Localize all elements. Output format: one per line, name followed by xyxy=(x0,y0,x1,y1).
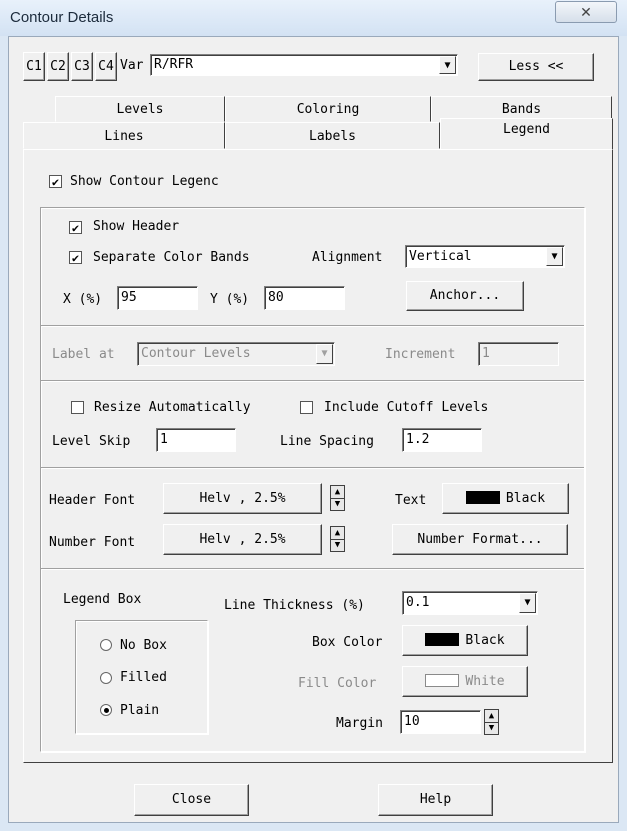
tab-legend[interactable]: Legend xyxy=(440,118,613,150)
separate-color-bands-label: Separate Color Bands xyxy=(93,250,250,265)
window-title: Contour Details xyxy=(10,9,114,26)
number-font-button[interactable]: Helv , 2.5% xyxy=(163,524,322,555)
separate-color-bands-checkbox[interactable]: ✔ xyxy=(69,251,82,264)
tab-coloring[interactable]: Coloring xyxy=(225,96,431,122)
check-icon: ✔ xyxy=(71,221,80,235)
window-close-button[interactable]: ✕ xyxy=(555,1,617,23)
legend-box-label: Legend Box xyxy=(63,592,142,607)
alignment-value: Vertical xyxy=(409,249,472,264)
show-contour-legend-label: Show Contour Legenc xyxy=(70,174,219,189)
plain-label: Plain xyxy=(120,703,160,718)
label-at-label: Label at xyxy=(52,347,115,362)
divider xyxy=(41,568,584,570)
divider xyxy=(41,380,584,382)
close-icon: ✕ xyxy=(580,4,592,20)
show-contour-legend-checkbox[interactable]: ✔ xyxy=(49,175,62,188)
line-spacing-label: Line Spacing xyxy=(280,434,374,449)
check-icon: ✔ xyxy=(71,251,80,265)
number-format-button[interactable]: Number Format... xyxy=(392,524,568,555)
help-button[interactable]: Help xyxy=(378,784,493,816)
line-thickness-value: 0.1 xyxy=(406,595,430,610)
spin-down-icon[interactable]: ▼ xyxy=(331,539,344,551)
header-font-spinner[interactable]: ▲ ▼ xyxy=(330,485,345,511)
fill-color-button: White xyxy=(402,666,528,697)
box-color-button[interactable]: Black xyxy=(402,625,528,656)
contour-button-c3[interactable]: C3 xyxy=(71,52,93,81)
var-label: Var xyxy=(120,58,144,73)
no-box-label: No Box xyxy=(120,638,167,653)
check-icon: ✔ xyxy=(51,175,60,189)
text-color-name: Black xyxy=(505,491,546,506)
box-color-name: Black xyxy=(465,633,505,648)
text-color-button[interactable]: Black xyxy=(442,483,569,514)
filled-label: Filled xyxy=(120,670,167,685)
close-button[interactable]: Close xyxy=(134,784,249,816)
filled-radio[interactable] xyxy=(100,672,112,684)
text-color-label: Text xyxy=(395,493,427,508)
tab-lines[interactable]: Lines xyxy=(23,122,225,149)
x-percent-input[interactable]: 95 xyxy=(117,286,198,310)
less-button[interactable]: Less << xyxy=(478,53,594,81)
chevron-down-icon[interactable]: ▼ xyxy=(546,247,563,266)
alignment-label: Alignment xyxy=(312,250,383,265)
margin-spinner[interactable]: ▲ ▼ xyxy=(484,709,499,735)
show-header-checkbox[interactable]: ✔ xyxy=(69,221,82,234)
tab-levels[interactable]: Levels xyxy=(55,96,225,122)
anchor-button[interactable]: Anchor... xyxy=(406,281,524,311)
x-percent-label: X (%) xyxy=(63,292,103,307)
tab-labels[interactable]: Labels xyxy=(225,122,440,149)
label-at-dropdown: Contour Levels ▼ xyxy=(137,342,335,366)
var-dropdown[interactable]: R/RFR ▼ xyxy=(150,54,458,76)
fill-color-swatch xyxy=(425,674,460,687)
no-box-radio[interactable] xyxy=(100,639,112,651)
show-header-label: Show Header xyxy=(93,219,180,234)
text-color-swatch xyxy=(465,491,500,504)
include-cutoff-levels-checkbox[interactable] xyxy=(300,401,313,414)
margin-label: Margin xyxy=(336,716,383,731)
divider xyxy=(41,467,584,469)
level-skip-label: Level Skip xyxy=(52,434,131,449)
resize-automatically-checkbox[interactable] xyxy=(71,401,84,414)
box-color-label: Box Color xyxy=(312,635,383,650)
chevron-down-icon[interactable]: ▼ xyxy=(439,56,456,74)
label-at-value: Contour Levels xyxy=(141,346,251,361)
include-cutoff-levels-label: Include Cutoff Levels xyxy=(324,400,489,415)
contour-button-c1[interactable]: C1 xyxy=(23,52,45,81)
alignment-dropdown[interactable]: Vertical ▼ xyxy=(405,245,565,268)
line-thickness-label: Line Thickness (%) xyxy=(224,598,365,613)
fill-color-label: Fill Color xyxy=(298,676,377,691)
header-font-label: Header Font xyxy=(49,493,136,508)
chevron-down-icon[interactable]: ▼ xyxy=(519,593,536,613)
number-font-spinner[interactable]: ▲ ▼ xyxy=(330,526,345,552)
contour-button-c2[interactable]: C2 xyxy=(47,52,69,81)
line-thickness-dropdown[interactable]: 0.1 ▼ xyxy=(402,591,538,615)
number-font-label: Number Font xyxy=(49,535,136,550)
divider xyxy=(41,325,584,327)
fill-color-name: White xyxy=(465,674,505,689)
spin-down-icon[interactable]: ▼ xyxy=(331,498,344,510)
tab-legend-label: Legend xyxy=(503,122,550,137)
box-color-swatch xyxy=(425,633,460,646)
chevron-down-icon: ▼ xyxy=(316,344,333,364)
margin-input[interactable]: 10 xyxy=(400,710,481,734)
radio-selected-dot xyxy=(104,708,109,713)
line-spacing-input[interactable]: 1.2 xyxy=(402,428,482,452)
y-percent-label: Y (%) xyxy=(210,292,250,307)
contour-button-c4[interactable]: C4 xyxy=(95,52,117,81)
var-dropdown-value: R/RFR xyxy=(154,57,194,72)
resize-automatically-label: Resize Automatically xyxy=(94,400,251,415)
increment-input: 1 xyxy=(478,342,559,366)
header-font-button[interactable]: Helv , 2.5% xyxy=(163,483,322,514)
y-percent-input[interactable]: 80 xyxy=(264,286,345,310)
plain-radio[interactable] xyxy=(100,704,112,716)
spin-down-icon[interactable]: ▼ xyxy=(485,722,498,734)
increment-label: Increment xyxy=(385,347,456,362)
level-skip-input[interactable]: 1 xyxy=(156,428,236,452)
